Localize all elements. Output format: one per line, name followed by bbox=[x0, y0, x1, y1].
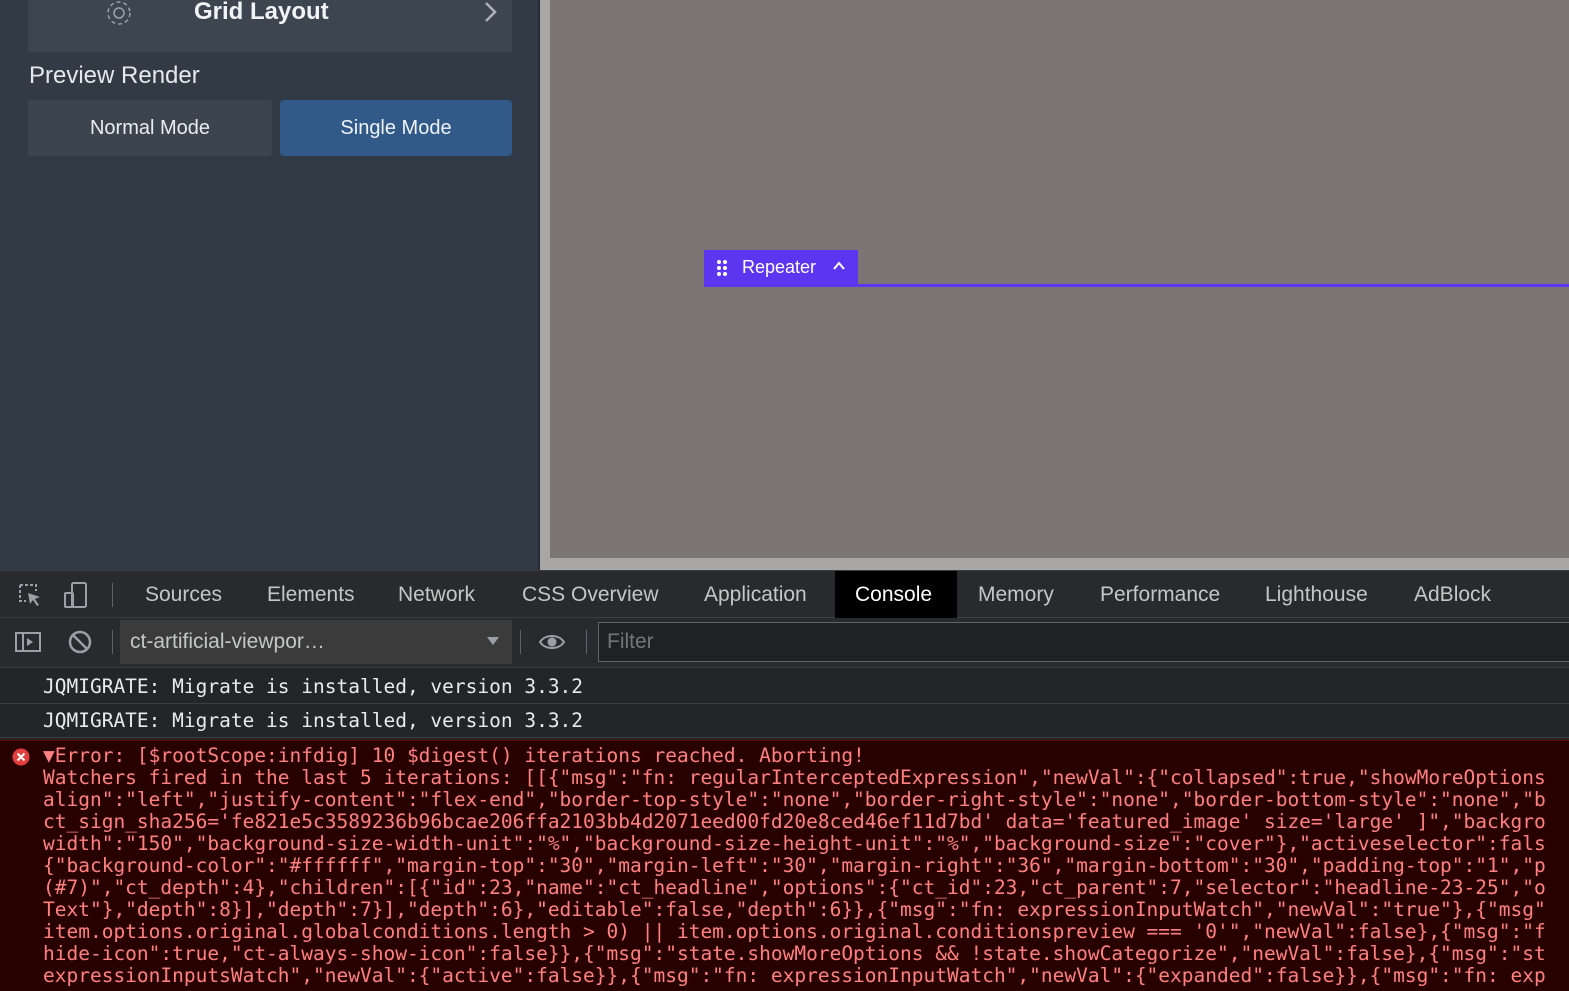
error-message-toggle[interactable]: ▼Error: [$rootScope:infdig] 10 $digest()… bbox=[43, 745, 865, 767]
tab-performance[interactable]: Performance bbox=[1100, 571, 1220, 618]
toolbar-divider bbox=[586, 630, 587, 654]
canvas-viewport[interactable]: Repeater bbox=[550, 0, 1569, 558]
context-selector[interactable]: ct-artificial-viewpor… bbox=[120, 620, 512, 664]
builder-canvas: Repeater bbox=[540, 0, 1569, 570]
grid-layout-label: Grid Layout bbox=[194, 0, 329, 25]
device-toolbar-icon[interactable] bbox=[62, 581, 90, 609]
error-detail-line: align":"left","justify-content":"flex-en… bbox=[43, 788, 1546, 811]
error-detail-line: expressionInputsWatch","newVal":{"active… bbox=[43, 964, 1546, 987]
normal-mode-button[interactable]: Normal Mode bbox=[28, 100, 272, 156]
tab-adblock[interactable]: AdBlock bbox=[1414, 571, 1491, 618]
sidebar-toggle-icon[interactable] bbox=[14, 628, 42, 656]
toolbar-divider bbox=[112, 583, 113, 607]
clear-console-icon[interactable] bbox=[66, 628, 94, 656]
error-detail-line: {"background-color":"#ffffff","margin-to… bbox=[43, 854, 1546, 877]
error-detail-line: hide-icon":true,"ct-always-show-icon":fa… bbox=[43, 942, 1546, 965]
devtools-tab-bar: Sources Elements Network CSS Overview Ap… bbox=[0, 570, 1569, 618]
preview-render-title: Preview Render bbox=[29, 62, 200, 89]
error-icon bbox=[12, 748, 30, 766]
chevron-right-icon bbox=[485, 2, 497, 22]
grid-layout-row[interactable]: Grid Layout bbox=[28, 0, 512, 52]
tab-application[interactable]: Application bbox=[704, 571, 807, 618]
repeater-outline bbox=[704, 284, 1569, 287]
console-log-row: JQMIGRATE: Migrate is installed, version… bbox=[0, 670, 1569, 704]
inspect-element-icon[interactable] bbox=[16, 581, 44, 609]
error-detail-line: Watchers fired in the last 5 iterations:… bbox=[43, 766, 1546, 789]
tab-lighthouse[interactable]: Lighthouse bbox=[1265, 571, 1368, 618]
context-selector-value: ct-artificial-viewpor… bbox=[130, 630, 325, 653]
builder-sidebar: Grid Layout Preview Render Normal Mode S… bbox=[0, 0, 540, 570]
console-error-block: ▼Error: [$rootScope:infdig] 10 $digest()… bbox=[0, 740, 1569, 991]
tab-elements[interactable]: Elements bbox=[267, 571, 355, 618]
toolbar-divider bbox=[520, 630, 521, 654]
tab-css-overview[interactable]: CSS Overview bbox=[522, 571, 659, 618]
error-detail-line: (#7)","ct_depth":4},"children":[{"id":23… bbox=[43, 876, 1546, 899]
tab-memory[interactable]: Memory bbox=[978, 571, 1054, 618]
repeater-label: Repeater bbox=[742, 257, 817, 277]
error-detail-line: item.options.original.globalconditions.l… bbox=[43, 920, 1546, 943]
error-detail-line: ct_sign_sha256='fe821e5c3589236b96bcae20… bbox=[43, 810, 1546, 833]
single-mode-button[interactable]: Single Mode bbox=[280, 100, 512, 156]
console-output: JQMIGRATE: Migrate is installed, version… bbox=[0, 668, 1569, 991]
console-toolbar: ct-artificial-viewpor… bbox=[0, 618, 1569, 668]
live-expression-eye-icon[interactable] bbox=[538, 628, 566, 656]
tab-sources[interactable]: Sources bbox=[145, 571, 222, 618]
grid-layout-icon bbox=[107, 1, 131, 25]
dropdown-arrow-icon bbox=[487, 637, 499, 645]
tab-network[interactable]: Network bbox=[398, 571, 475, 618]
console-log-row: JQMIGRATE: Migrate is installed, version… bbox=[0, 704, 1569, 738]
console-filter-input[interactable] bbox=[598, 622, 1569, 662]
drag-handle-icon[interactable] bbox=[716, 259, 728, 277]
repeater-element-tag[interactable]: Repeater bbox=[704, 250, 858, 286]
chevron-up-icon[interactable] bbox=[832, 260, 846, 272]
toolbar-divider bbox=[112, 630, 113, 654]
error-detail-line: width":"150","background-size-width-unit… bbox=[43, 832, 1546, 855]
error-detail-line: Text"},"depth":8}],"depth":7}],"depth":6… bbox=[43, 898, 1546, 921]
tab-console[interactable]: Console bbox=[835, 571, 957, 618]
